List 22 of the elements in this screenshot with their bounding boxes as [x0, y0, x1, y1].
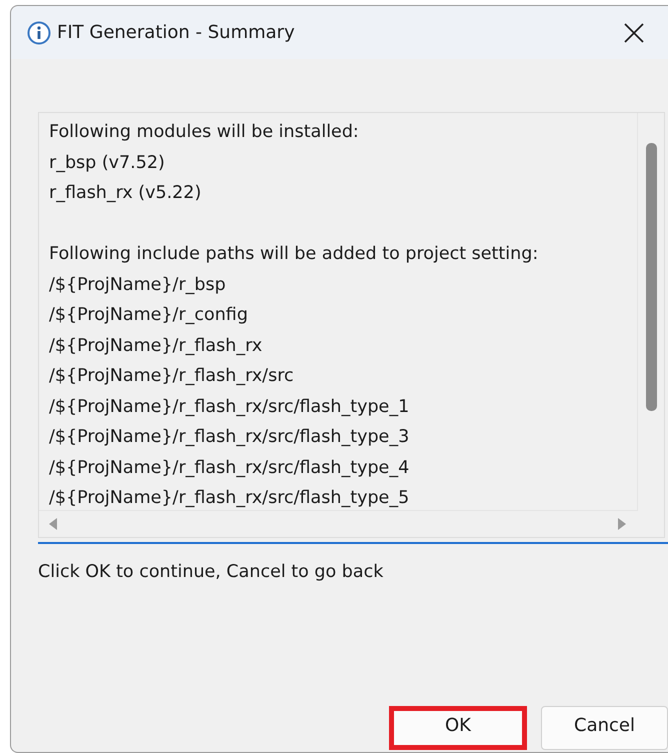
cancel-button[interactable]: Cancel [540, 706, 668, 750]
summary-line: /${ProjName}/r_flash_rx/src/flash_type_5 [49, 487, 410, 510]
right-arrow-icon[interactable] [618, 518, 626, 530]
summary-line: /${ProjName}/r_flash_rx/src/flash_type_1 [49, 396, 410, 418]
summary-line: Following modules will be installed: [49, 121, 360, 144]
summary-line: /${ProjName}/r_config [49, 304, 249, 327]
instruction-text: Click OK to continue, Cancel to go back [38, 562, 384, 582]
summary-line: /${ProjName}/r_flash_rx/src/flash_type_3 [49, 426, 410, 449]
summary-line: r_flash_rx (v5.22) [49, 182, 202, 205]
scrollbar-thumb[interactable] [646, 143, 657, 411]
ok-button[interactable]: OK [389, 706, 527, 750]
summary-line: r_bsp (v7.52) [49, 152, 166, 174]
close-icon[interactable] [623, 22, 645, 44]
window-title: FIT Generation - Summary [57, 22, 296, 43]
summary-text-area[interactable] [38, 112, 665, 538]
summary-line: /${ProjName}/r_bsp [49, 274, 227, 296]
summary-line: /${ProjName}/r_flash_rx [49, 334, 264, 358]
summary-line: Following include paths will be added to project setting: [49, 243, 540, 266]
info-icon [27, 20, 51, 44]
summary-line: /${ProjName}/r_flash_rx/src/flash_type_4 [49, 456, 410, 480]
left-arrow-icon[interactable] [49, 518, 57, 530]
summary-line: /${ProjName}/r_flash_rx/src [49, 365, 295, 388]
